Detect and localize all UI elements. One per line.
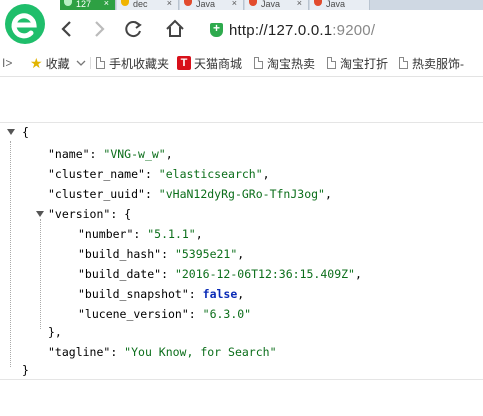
json-line-build-hash: "build_hash": "5395e21", [78,247,245,261]
tmall-icon: T [177,56,191,70]
json-key: "build_hash" [78,247,162,261]
address-bar[interactable]: http://127.0.0.1:9200/ [208,18,483,42]
close-tab-icon[interactable]: × [167,0,172,8]
json-key: "build_date" [78,267,162,281]
bookmark-label: 天猫商城 [194,56,243,71]
json-key: "lucene_version" [78,307,189,321]
tab-java-3[interactable]: Java [310,0,370,10]
bookmark-taobao-hot[interactable]: 淘宝热卖 [254,54,315,72]
tab-java-1[interactable]: Java × [180,0,244,10]
json-viewer: { "name": "VNG-w_w", "cluster_name": "el… [0,122,483,380]
tab-java-2[interactable]: Java × [245,0,309,10]
tab-127[interactable]: 127 × [60,0,116,10]
json-string-value: "2016-12-06T12:36:15.409Z" [174,267,355,281]
red-tab-icon [184,0,192,6]
url-host: http://127.0.0.1 [229,21,333,39]
json-line-cluster-uuid: "cluster_uuid": "vHaN12dyRg-GRo-TfnJ3og"… [48,187,332,201]
brace: { [22,125,29,139]
bookmark-label: 淘宝打折 [340,56,389,71]
json-string-value: "5395e21" [174,247,238,261]
tab-label: dec [133,0,148,9]
forward-button[interactable] [88,18,110,40]
bookmark-hot-apparel[interactable]: 热卖服饰- [399,54,464,72]
tab-dec[interactable]: dec × [117,0,179,10]
json-line-version: "version": { [48,207,132,221]
tab-label: Java [326,0,346,9]
json-close-brace: } [22,361,29,379]
json-key: "tagline" [48,345,111,359]
json-open-brace: { [22,123,29,141]
bookmark-label: 手机收藏夹 [109,56,170,71]
json-line-cluster-name: "cluster_name": "elasticsearch", [48,167,270,181]
bookmark-taobao-discount[interactable]: 淘宝打折 [327,54,388,72]
indent-guide [10,141,11,367]
indent-guide [40,219,41,329]
browser-logo[interactable] [0,0,50,48]
bookmark-mobile-favorites[interactable]: 手机收藏夹 [96,54,169,72]
close-tab-icon[interactable]: × [297,0,302,8]
json-line-build-snapshot: "build_snapshot": false, [78,287,245,301]
page-icon [96,57,105,69]
green-tab-icon [64,0,72,6]
tab-label: Java [196,0,216,9]
collapse-version-toggle-icon[interactable] [36,211,44,217]
star-icon: ★ [30,54,43,71]
json-string-value: "vHaN12dyRg-GRo-TfnJ3og" [158,187,325,201]
url-text: http://127.0.0.1:9200/ [229,22,375,39]
json-line-name: "name": "VNG-w_w", [48,147,173,161]
security-shield-icon [210,21,223,37]
json-key: "number" [78,227,134,241]
json-version-close-brace: }, [48,323,62,341]
home-icon [166,19,184,37]
brace: } [22,363,29,377]
close-tab-icon[interactable]: × [232,0,237,8]
back-arrow-icon [61,21,71,37]
tab-strip: 127 × dec × Java × Java × Java [60,0,483,10]
forward-arrow-icon [95,21,105,37]
tab-label: Java [261,0,281,9]
json-key: "name" [48,147,90,161]
json-line-lucene-version: "lucene_version": "6.3.0" [78,307,252,321]
json-string-value: "You Know, for Search" [124,345,277,359]
json-key: "version" [48,207,111,221]
brace: }, [48,325,62,339]
json-line-tagline: "tagline": "You Know, for Search" [48,345,277,359]
json-string-value: "VNG-w_w" [103,147,166,161]
tab-label: 127 [76,0,92,9]
page-icon [254,57,263,69]
json-boolean-value: false [202,287,238,301]
refresh-button[interactable] [122,18,144,40]
json-line-number: "number": "5.1.1", [78,227,203,241]
home-button[interactable] [164,18,186,40]
refresh-icon [125,21,142,38]
browser-toolbar: http://127.0.0.1:9200/ [50,10,483,48]
bookmark-label: 收藏 [45,56,70,71]
page-icon [327,57,336,69]
json-line-build-date: "build_date": "2016-12-06T12:36:15.409Z"… [78,267,362,281]
bookmark-label: 热卖服饰- [412,56,464,71]
json-string-value: "elasticsearch" [158,167,263,181]
red-tab-icon [249,0,257,6]
chevron-down-icon [76,60,86,66]
json-key: "build_snapshot" [78,287,189,301]
json-key: "cluster_name" [48,167,145,181]
bookmark-label: 淘宝热卖 [267,56,316,71]
bookmarks-bar: I> ★ 收藏 手机收藏夹 T 天猫商城 淘宝热卖 淘宝打折 热卖服饰- [0,50,483,77]
yellow-tab-icon [121,0,129,6]
json-string-value: "5.1.1" [147,227,196,241]
bookmark-tmall[interactable]: T 天猫商城 [177,54,242,72]
bookmarks-collapse-icon[interactable]: I> [2,54,12,72]
json-string-value: "6.3.0" [202,307,252,321]
page-icon [399,57,408,69]
bookmark-divider [90,57,91,69]
red-tab-icon [314,0,322,6]
browser-logo-icon [5,4,45,44]
collapse-root-toggle-icon[interactable] [7,129,15,135]
back-button[interactable] [56,18,78,40]
bookmark-favorites[interactable]: ★ 收藏 [30,54,86,72]
close-tab-icon[interactable]: × [104,0,109,8]
json-key: "cluster_uuid" [48,187,145,201]
url-port: :9200/ [332,21,376,39]
